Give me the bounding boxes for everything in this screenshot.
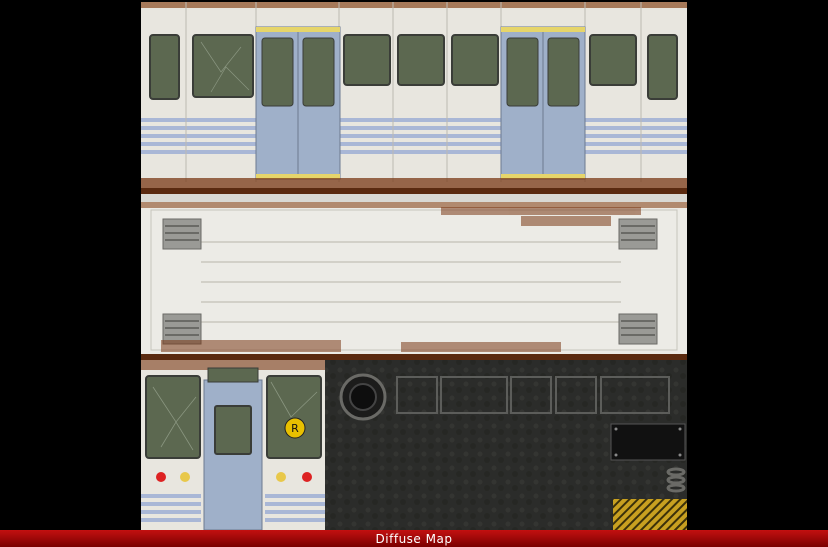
car-front-end: [141, 360, 325, 531]
car-side-panel: [141, 2, 687, 194]
undercarriage-panel: [325, 360, 687, 530]
route-badge: R: [284, 417, 306, 439]
caption-bar: Diffuse Map: [0, 530, 828, 547]
side-door-1: [255, 26, 341, 180]
car-roof-panel: [141, 202, 687, 360]
side-door-2: [500, 26, 586, 180]
route-badge-label: R: [291, 422, 299, 435]
caption-label: Diffuse Map: [375, 531, 453, 546]
diffuse-map-texture: R: [141, 2, 687, 531]
